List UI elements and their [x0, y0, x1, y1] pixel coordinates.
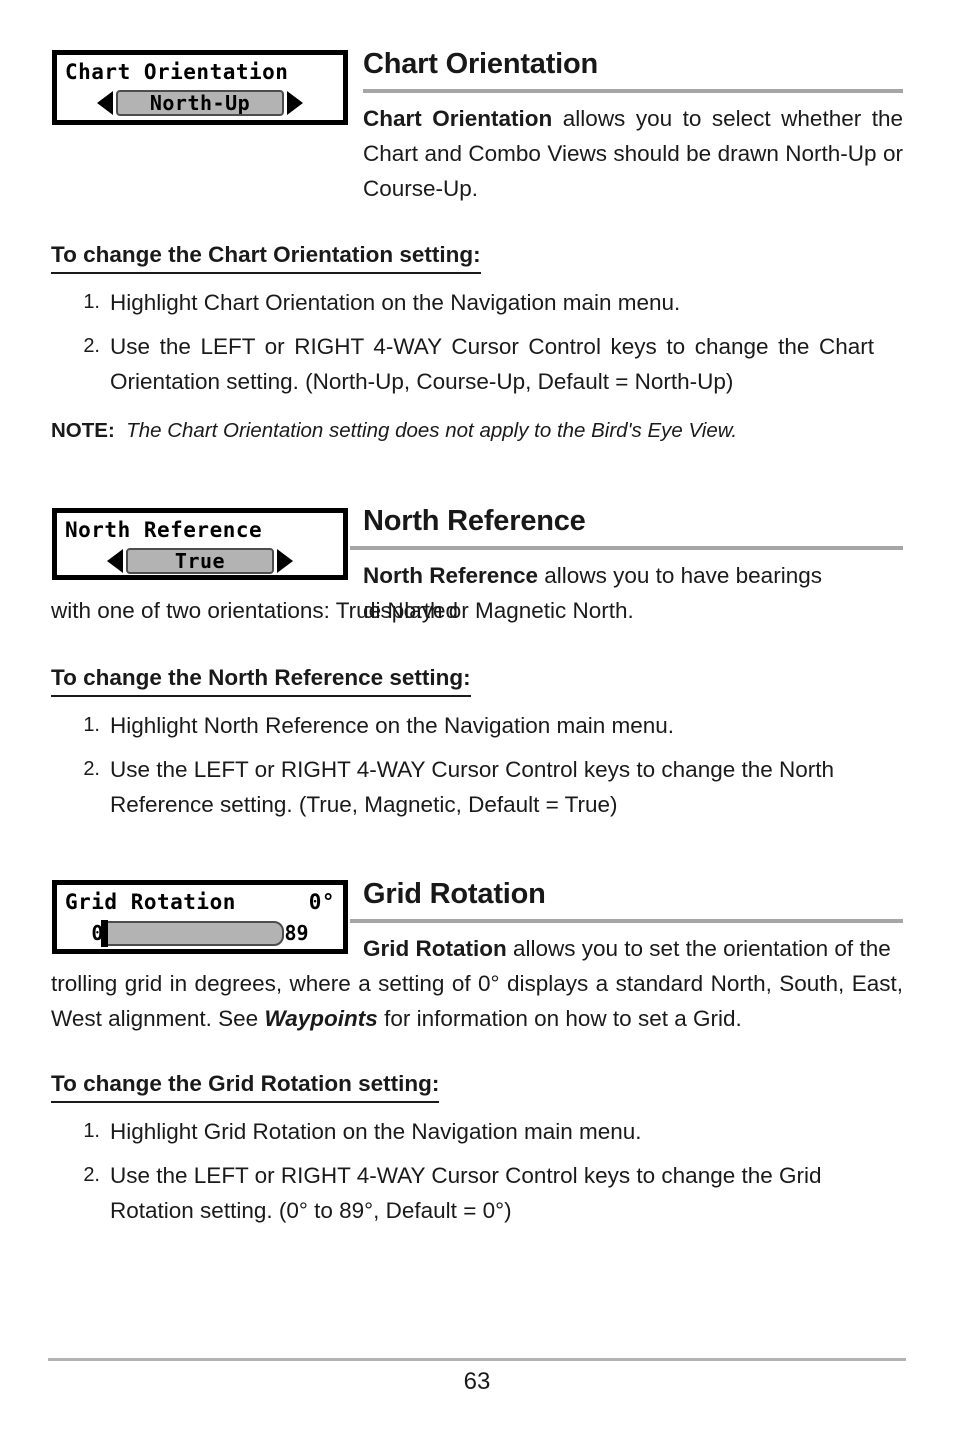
step-number: 1.: [83, 1120, 100, 1142]
right-arrow-icon[interactable]: [277, 549, 293, 573]
slider-max-label: 89: [284, 921, 309, 945]
widget-selector-row[interactable]: North-Up: [57, 88, 343, 118]
step-text: Use the LEFT or RIGHT 4-WAY Cursor Contr…: [110, 757, 835, 817]
widget-current-value: 0°: [308, 890, 335, 914]
widget-selector-row[interactable]: True: [57, 546, 343, 576]
heading-rule: [350, 919, 903, 923]
widget-title: Chart Orientation: [65, 60, 289, 84]
chart-orientation-intro: Chart Orientation allows you to select w…: [363, 101, 903, 206]
left-arrow-icon[interactable]: [107, 549, 123, 573]
footer-divider: [48, 1358, 906, 1361]
step-text: Use the LEFT or RIGHT 4-WAY Cursor Contr…: [110, 334, 874, 394]
selected-value[interactable]: True: [126, 548, 274, 574]
step-number: 2.: [83, 758, 100, 780]
chart-orientation-step-2: 2. Use the LEFT or RIGHT 4-WAY Cursor Co…: [74, 329, 874, 399]
heading-rule: [363, 89, 903, 93]
intro-rest-2b: for information on how to set a Grid.: [377, 1006, 742, 1031]
grid-rotation-intro-rest: trolling grid in degrees, where a settin…: [51, 966, 903, 1036]
widget-slider-row[interactable]: 0 89: [57, 918, 343, 948]
intro-rest-1: allows you to set the orientation of the: [506, 936, 891, 961]
step-text: Use the LEFT or RIGHT 4-WAY Cursor Contr…: [110, 1163, 822, 1223]
slider-thumb[interactable]: [101, 919, 109, 947]
left-arrow-icon[interactable]: [97, 91, 113, 115]
grid-rotation-step-1: 1. Highlight Grid Rotation on the Naviga…: [74, 1114, 903, 1149]
section-heading-grid-rotation: Grid Rotation: [363, 878, 546, 910]
widget-title: North Reference: [65, 518, 263, 542]
step-number: 2.: [83, 335, 100, 357]
manual-page: Chart Orientation North-Up Chart Orienta…: [0, 0, 954, 1431]
right-arrow-icon[interactable]: [287, 91, 303, 115]
chart-orientation-menu-widget[interactable]: Chart Orientation North-Up: [52, 50, 348, 125]
step-number: 1.: [83, 291, 100, 313]
intro-term: Chart Orientation: [363, 106, 553, 131]
chart-orientation-step-1: 1. Highlight Chart Orientation on the Na…: [74, 285, 903, 320]
heading-rule: [350, 546, 903, 550]
selected-value[interactable]: North-Up: [116, 90, 284, 116]
north-reference-menu-widget[interactable]: North Reference True: [52, 508, 348, 580]
widget-title: Grid Rotation: [65, 890, 236, 914]
grid-rotation-subheading: To change the Grid Rotation setting:: [51, 1069, 440, 1103]
chart-orientation-note: NOTE: The Chart Orientation setting does…: [51, 417, 903, 445]
grid-rotation-intro-line1: Grid Rotation allows you to set the orie…: [363, 931, 903, 966]
section-heading-north-reference: North Reference: [363, 505, 586, 537]
north-reference-step-1: 1. Highlight North Reference on the Navi…: [74, 708, 903, 743]
intro-term: Grid Rotation: [363, 936, 507, 961]
chart-orientation-subheading: To change the Chart Orientation setting:: [51, 240, 481, 274]
note-label: NOTE:: [51, 419, 115, 442]
step-number: 2.: [83, 1164, 100, 1186]
grid-rotation-menu-widget[interactable]: Grid Rotation 0° 0 89: [52, 880, 348, 954]
step-text: Highlight Grid Rotation on the Navigatio…: [110, 1119, 642, 1144]
page-number: 63: [463, 1368, 491, 1395]
step-text: Highlight North Reference on the Navigat…: [110, 713, 675, 738]
grid-rotation-step-2: 2. Use the LEFT or RIGHT 4-WAY Cursor Co…: [74, 1158, 886, 1228]
intro-emphasis: Waypoints: [264, 1006, 378, 1031]
north-reference-step-2: 2. Use the LEFT or RIGHT 4-WAY Cursor Co…: [74, 752, 884, 822]
note-text: The Chart Orientation setting does not a…: [126, 419, 738, 442]
step-text: Highlight Chart Orientation on the Navig…: [110, 290, 681, 315]
slider-track[interactable]: [101, 919, 285, 947]
section-heading-chart-orientation: Chart Orientation: [363, 48, 599, 80]
intro-term: North Reference: [363, 563, 539, 588]
step-number: 1.: [83, 714, 100, 736]
north-reference-intro-line2: with one of two orientations: True North…: [51, 593, 903, 628]
north-reference-subheading: To change the North Reference setting:: [51, 663, 471, 697]
intro-rest-2: with one of two orientations: True North…: [51, 598, 634, 623]
